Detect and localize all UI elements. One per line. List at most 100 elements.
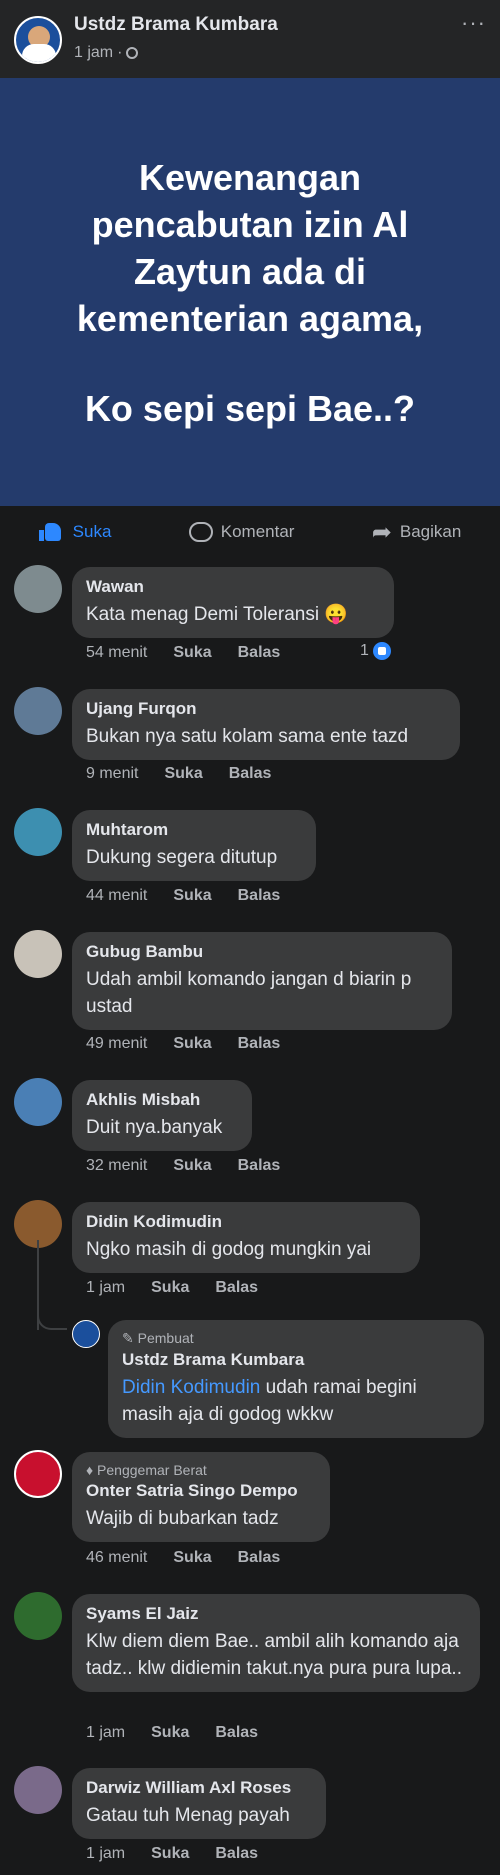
like-link[interactable]: Suka: [173, 887, 211, 905]
comment-button[interactable]: Komentar: [188, 522, 294, 542]
commenter-name[interactable]: Muhtarom: [86, 820, 302, 840]
share-label: Bagikan: [399, 522, 462, 541]
comment-time[interactable]: 1 jam: [86, 1845, 125, 1863]
action-bar: Suka Komentar ➦ Bagikan: [0, 506, 500, 558]
comment-bubble: Wawan Kata menag Demi Toleransi 😛: [72, 567, 394, 638]
like-label: Suka: [72, 522, 112, 541]
post-question: Ko sepi sepi Bae..?: [84, 388, 416, 429]
comment-actions: 1 jam Suka Balas: [86, 1845, 258, 1863]
comment-icon: [188, 522, 213, 542]
avatar[interactable]: [14, 1078, 62, 1126]
commenter-name[interactable]: Akhlis Misbah: [86, 1090, 238, 1110]
comment-text: Dukung segera ditutup: [86, 847, 278, 868]
commenter-name[interactable]: Onter Satria Singo Dempo: [86, 1481, 316, 1501]
comment-time[interactable]: 44 menit: [86, 887, 147, 905]
comment-bubble: ✎ Pembuat Ustdz Brama Kumbara Didin Kodi…: [108, 1320, 484, 1438]
like-link[interactable]: Suka: [173, 644, 211, 662]
like-button[interactable]: Suka: [38, 521, 112, 543]
reaction-number: 1: [360, 642, 369, 659]
comment-actions: 9 menit Suka Balas: [86, 765, 271, 783]
reply-link[interactable]: Balas: [229, 765, 272, 783]
commenter-name[interactable]: Ustdz Brama Kumbara: [122, 1350, 470, 1370]
comment-actions: 54 menit Suka Balas: [86, 644, 280, 662]
avatar[interactable]: [14, 1592, 62, 1640]
like-link[interactable]: Suka: [173, 1035, 211, 1053]
comment-text: Didin Kodimudin udah ramai begini masih …: [122, 1374, 470, 1428]
author-badge: ✎ Pembuat: [122, 1330, 194, 1346]
post-header: Ustdz Brama Kumbara 1 jam · ···: [0, 0, 500, 78]
post-headline: Kewenangan pencabutan izin Al Zaytun ada…: [76, 157, 424, 339]
badge-label: Penggemar Berat: [97, 1462, 207, 1478]
comment-bubble: Akhlis Misbah Duit nya.banyak: [72, 1080, 252, 1151]
reply-link[interactable]: Balas: [238, 1157, 281, 1175]
comment-text: Duit nya.banyak: [86, 1117, 223, 1138]
reply-link[interactable]: Balas: [215, 1724, 258, 1742]
reply-link[interactable]: Balas: [238, 1035, 281, 1053]
comment-bubble: Gubug Bambu Udah ambil komando jangan d …: [72, 932, 452, 1030]
globe-icon: [126, 47, 139, 59]
reply-link[interactable]: Balas: [238, 644, 281, 662]
avatar[interactable]: [72, 1320, 100, 1348]
avatar-robe: [22, 44, 56, 62]
reply-link[interactable]: Balas: [215, 1279, 258, 1297]
commenter-name[interactable]: Ujang Furqon: [86, 699, 446, 719]
share-button[interactable]: ➦ Bagikan: [372, 518, 462, 547]
avatar[interactable]: [14, 808, 62, 856]
mention-link[interactable]: Didin Kodimudin: [122, 1377, 260, 1398]
reaction-count[interactable]: 1: [360, 642, 391, 660]
author-avatar[interactable]: [14, 16, 62, 64]
like-icon: [38, 521, 65, 543]
like-link[interactable]: Suka: [173, 1549, 211, 1567]
comment-text: Udah ambil komando jangan d biarin p ust…: [86, 969, 412, 1017]
comment-time[interactable]: 1 jam: [86, 1724, 125, 1742]
commenter-name[interactable]: Gubug Bambu: [86, 942, 438, 962]
comment-actions: 46 menit Suka Balas: [86, 1549, 280, 1567]
reply-link[interactable]: Balas: [238, 1549, 281, 1567]
avatar[interactable]: [14, 1766, 62, 1814]
commenter-name[interactable]: Didin Kodimudin: [86, 1212, 406, 1232]
post-author-name[interactable]: Ustdz Brama Kumbara: [74, 14, 278, 36]
like-link[interactable]: Suka: [173, 1157, 211, 1175]
share-icon: ➦: [371, 518, 392, 546]
comment-actions: 1 jam Suka Balas: [86, 1279, 258, 1297]
reply-link[interactable]: Balas: [238, 887, 281, 905]
meta-separator: ·: [117, 44, 123, 61]
comment-text: Klw diem diem Bae.. ambil alih komando a…: [86, 1631, 462, 1679]
comment-time[interactable]: 9 menit: [86, 765, 138, 783]
comment-actions: 32 menit Suka Balas: [86, 1157, 280, 1175]
commenter-name[interactable]: Syams El Jaiz: [86, 1604, 466, 1624]
reply-link[interactable]: Balas: [215, 1845, 258, 1863]
comment-time[interactable]: 32 menit: [86, 1157, 147, 1175]
commenter-name[interactable]: Darwiz William Axl Roses: [86, 1778, 312, 1798]
like-link[interactable]: Suka: [164, 765, 202, 783]
comment-text: Kata menag Demi Toleransi 😛: [86, 604, 348, 625]
comment-text: Bukan nya satu kolam sama ente tazd: [86, 726, 409, 747]
comment-bubble: Ujang Furqon Bukan nya satu kolam sama e…: [72, 689, 460, 760]
comment-actions: 49 menit Suka Balas: [86, 1035, 280, 1053]
comment-time[interactable]: 54 menit: [86, 644, 147, 662]
comment-text: Ngko masih di godog mungkin yai: [86, 1239, 372, 1260]
comment-bubble: Didin Kodimudin Ngko masih di godog mung…: [72, 1202, 420, 1273]
like-link[interactable]: Suka: [151, 1724, 189, 1742]
comment-text: Wajib di bubarkan tadz: [86, 1508, 279, 1529]
comment-bubble: Muhtarom Dukung segera ditutup: [72, 810, 316, 881]
avatar[interactable]: [14, 687, 62, 735]
avatar[interactable]: [14, 565, 62, 613]
like-link[interactable]: Suka: [151, 1845, 189, 1863]
comment-actions: 1 jam Suka Balas: [86, 1724, 258, 1742]
badge-label: Pembuat: [137, 1330, 194, 1346]
comment-bubble: Darwiz William Axl Roses Gatau tuh Menag…: [72, 1768, 326, 1839]
avatar[interactable]: [14, 1450, 62, 1498]
comment-bubble: Syams El Jaiz Klw diem diem Bae.. ambil …: [72, 1594, 480, 1692]
post-meta: 1 jam ·: [74, 44, 139, 62]
comment-time[interactable]: 46 menit: [86, 1549, 147, 1567]
comment-time[interactable]: 49 menit: [86, 1035, 147, 1053]
commenter-name[interactable]: Wawan: [86, 577, 380, 597]
post-image[interactable]: Kewenangan pencabutan izin Al Zaytun ada…: [0, 78, 500, 506]
like-link[interactable]: Suka: [151, 1279, 189, 1297]
more-options-icon[interactable]: ···: [461, 10, 486, 36]
like-reaction-icon: [372, 642, 391, 660]
post-time[interactable]: 1 jam: [74, 44, 113, 62]
avatar[interactable]: [14, 930, 62, 978]
comment-time[interactable]: 1 jam: [86, 1279, 125, 1297]
